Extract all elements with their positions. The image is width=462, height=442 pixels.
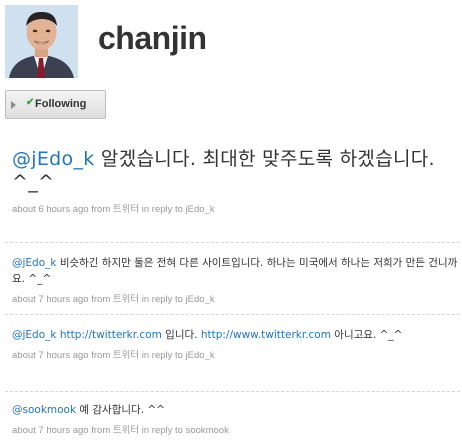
status-body: 비슷하긴 하지만 둘은 전혀 다른 사이트입니다. 하나는 미국에서 하나는 저… [12,257,458,285]
timestamp-link[interactable]: about 7 hours ago [12,350,89,361]
latest-status: @jEdo_k 알겠습니다. 최대한 맞주도록 하겠습니다. ^_^ about… [12,148,460,215]
status-text: @jEdo_k http://twitterkr.com 입니다. http:/… [12,327,460,343]
source-link[interactable]: 트위터 [113,350,139,361]
following-label: Following [35,98,87,110]
status-meta: about 6 hours ago from 트위터 in reply to j… [12,201,460,215]
mention-link[interactable]: @jEdo_k [12,257,56,269]
status-item: @jEdo_k http://twitterkr.com 입니다. http:/… [12,327,460,361]
status-item: @jEdo_k 비슷하긴 하지만 둘은 전혀 다른 사이트입니다. 하나는 미국… [12,255,460,305]
timestamp-link[interactable]: about 7 hours ago [12,294,89,305]
status-meta: about 7 hours ago from 트위터 in reply to j… [12,347,460,361]
avatar[interactable] [5,5,78,78]
divider [5,242,460,243]
status-meta: about 7 hours ago from 트위터 in reply to s… [12,422,460,436]
reply-link[interactable]: in reply to sookmook [142,425,229,436]
expand-arrow-icon[interactable] [11,101,16,109]
source-link[interactable]: 트위터 [113,294,139,305]
from-label: from [91,350,111,361]
following-button[interactable]: ✔ Following [5,90,106,119]
status-text: @jEdo_k 비슷하긴 하지만 둘은 전혀 다른 사이트입니다. 하나는 미국… [12,255,460,287]
mention-link[interactable]: @sookmook [12,404,76,416]
status-body: 예 감사합니다. ^^ [76,404,165,416]
reply-link[interactable]: in reply to jEdo_k [142,294,215,305]
divider [5,391,460,392]
reply-link[interactable]: in reply to jEdo_k [142,350,215,361]
profile-header: chanjin [0,0,462,82]
source-link[interactable]: 트위터 [113,425,139,436]
from-label: from [91,204,111,215]
checkmark-icon: ✔ [26,97,35,108]
timestamp-link[interactable]: about 6 hours ago [12,204,89,215]
reply-link[interactable]: in reply to jEdo_k [142,204,215,215]
status-text: @jEdo_k 알겠습니다. 최대한 맞주도록 하겠습니다. ^_^ [12,148,460,194]
avatar-photo [5,5,78,78]
status-text: @sookmook 예 감사합니다. ^^ [12,402,460,418]
url-link[interactable]: http://twitterkr.com [60,329,162,341]
mention-link[interactable]: @jEdo_k [12,329,56,341]
divider [5,314,460,315]
from-label: from [91,425,111,436]
status-body: 입니다. [161,329,201,341]
status-item: @sookmook 예 감사합니다. ^^ about 7 hours ago … [12,402,460,436]
status-body-end: 아니고요. ^_^ [330,329,403,341]
mention-link[interactable]: @jEdo_k [12,148,95,170]
screen-name: chanjin [98,20,207,56]
from-label: from [91,294,111,305]
source-link[interactable]: 트위터 [113,204,139,215]
status-meta: about 7 hours ago from 트위터 in reply to j… [12,291,460,305]
timestamp-link[interactable]: about 7 hours ago [12,425,89,436]
url-link[interactable]: http://www.twitterkr.com [201,329,331,341]
